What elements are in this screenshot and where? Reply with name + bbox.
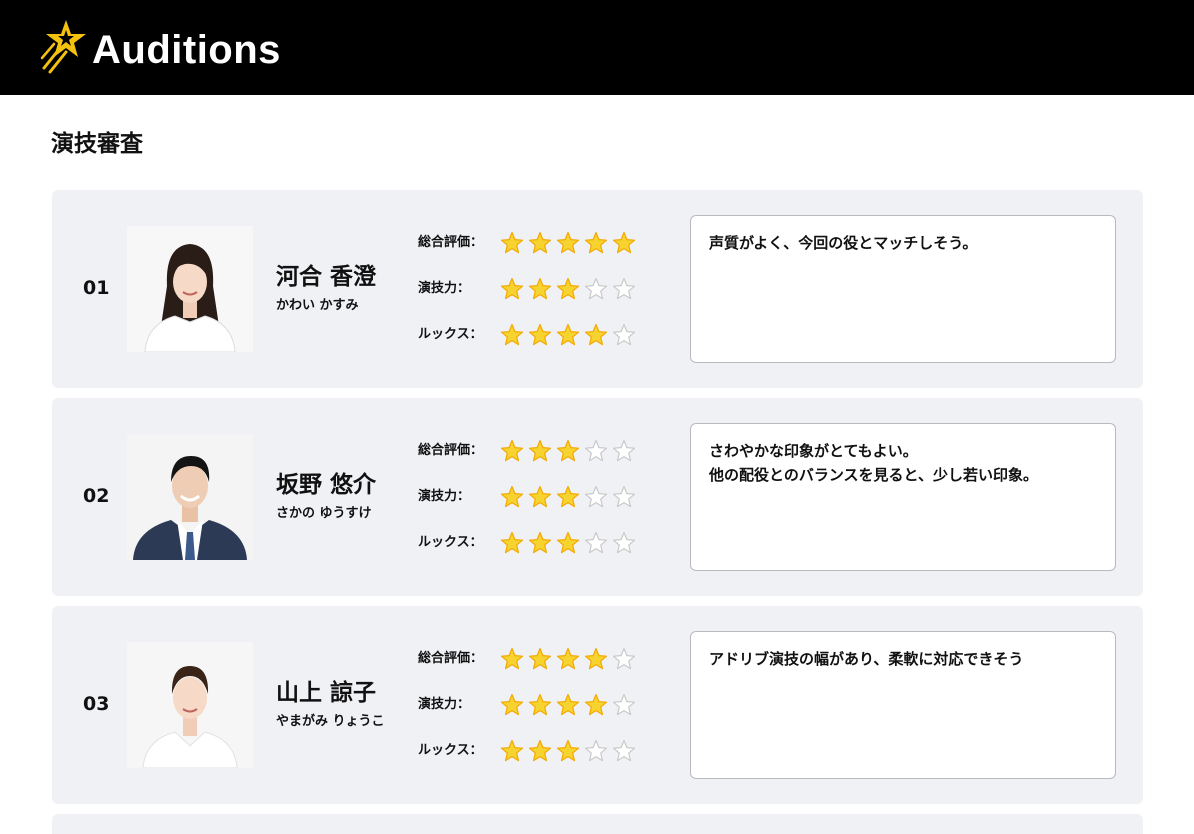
male-suit-avatar-icon bbox=[127, 434, 253, 560]
star-empty-icon[interactable] bbox=[612, 647, 636, 671]
looks-rating-label: ルックス： bbox=[418, 535, 483, 550]
female-long-hair-avatar-icon bbox=[127, 226, 253, 352]
star-empty-icon[interactable] bbox=[612, 439, 636, 463]
star-empty-icon[interactable] bbox=[612, 485, 636, 509]
candidate-name: 山上 諒子 bbox=[276, 680, 377, 706]
acting-rating-stars[interactable] bbox=[500, 277, 640, 301]
candidate-name: 坂野 悠介 bbox=[276, 472, 377, 498]
overall-rating-stars[interactable] bbox=[500, 439, 640, 463]
overall-rating-label: 総合評価： bbox=[418, 651, 484, 666]
star-filled-icon[interactable] bbox=[556, 485, 580, 509]
star-filled-icon[interactable] bbox=[528, 485, 552, 509]
star-filled-icon[interactable] bbox=[528, 323, 552, 347]
star-filled-icon[interactable] bbox=[556, 439, 580, 463]
star-empty-icon[interactable] bbox=[612, 739, 636, 763]
comment-box[interactable]: 声質がよく、今回の役とマッチしそう。 bbox=[690, 215, 1116, 363]
candidate-photo bbox=[127, 642, 253, 768]
comment-box[interactable]: アドリブ演技の幅があり、柔軟に対応できそう bbox=[690, 631, 1116, 779]
candidate-card: 02 坂野 悠介 さかの ゆうすけ 総合評価： 演技力： ルックス： さわやかな… bbox=[52, 398, 1143, 596]
acting-rating-label: 演技力： bbox=[418, 489, 471, 504]
candidate-card: 01 河合 香澄 かわい かすみ 総合評価： 演技力： ルックス： 声質がよく、… bbox=[52, 190, 1143, 388]
star-empty-icon[interactable] bbox=[584, 739, 608, 763]
candidate-name: 河合 香澄 bbox=[276, 264, 377, 290]
looks-rating-label: ルックス： bbox=[418, 327, 483, 342]
page-title: 演技審査 bbox=[51, 131, 143, 157]
candidate-number: 03 bbox=[83, 693, 110, 715]
overall-rating-stars[interactable] bbox=[500, 647, 640, 671]
star-empty-icon[interactable] bbox=[584, 277, 608, 301]
star-filled-icon[interactable] bbox=[528, 647, 552, 671]
looks-rating-label: ルックス： bbox=[418, 743, 483, 758]
candidate-photo bbox=[127, 434, 253, 560]
star-empty-icon[interactable] bbox=[612, 277, 636, 301]
acting-rating-label: 演技力： bbox=[418, 281, 471, 296]
app-header: Auditions bbox=[0, 0, 1194, 95]
star-filled-icon[interactable] bbox=[556, 323, 580, 347]
star-filled-icon[interactable] bbox=[528, 231, 552, 255]
star-filled-icon[interactable] bbox=[556, 277, 580, 301]
star-empty-icon[interactable] bbox=[584, 485, 608, 509]
star-filled-icon[interactable] bbox=[556, 531, 580, 555]
star-filled-icon[interactable] bbox=[500, 531, 524, 555]
star-filled-icon[interactable] bbox=[556, 693, 580, 717]
star-filled-icon[interactable] bbox=[500, 323, 524, 347]
star-empty-icon[interactable] bbox=[612, 323, 636, 347]
candidate-kana: さかの ゆうすけ bbox=[276, 506, 372, 521]
app-title: Auditions bbox=[92, 28, 281, 72]
star-empty-icon[interactable] bbox=[612, 693, 636, 717]
star-filled-icon[interactable] bbox=[500, 693, 524, 717]
star-filled-icon[interactable] bbox=[584, 647, 608, 671]
overall-rating-label: 総合評価： bbox=[418, 235, 484, 250]
star-filled-icon[interactable] bbox=[556, 739, 580, 763]
star-filled-icon[interactable] bbox=[500, 277, 524, 301]
star-filled-icon[interactable] bbox=[500, 485, 524, 509]
star-filled-icon[interactable] bbox=[584, 693, 608, 717]
star-filled-icon[interactable] bbox=[584, 323, 608, 347]
overall-rating-stars[interactable] bbox=[500, 231, 640, 255]
star-filled-icon[interactable] bbox=[528, 739, 552, 763]
star-empty-icon[interactable] bbox=[584, 531, 608, 555]
candidate-kana: かわい かすみ bbox=[276, 298, 359, 313]
star-empty-icon[interactable] bbox=[584, 439, 608, 463]
acting-rating-stars[interactable] bbox=[500, 485, 640, 509]
acting-rating-label: 演技力： bbox=[418, 697, 471, 712]
star-filled-icon[interactable] bbox=[528, 277, 552, 301]
candidate-number: 02 bbox=[83, 485, 110, 507]
overall-rating-label: 総合評価： bbox=[418, 443, 484, 458]
candidate-kana: やまがみ りょうこ bbox=[276, 714, 385, 729]
star-empty-icon[interactable] bbox=[612, 531, 636, 555]
looks-rating-stars[interactable] bbox=[500, 531, 640, 555]
star-filled-icon[interactable] bbox=[528, 439, 552, 463]
looks-rating-stars[interactable] bbox=[500, 739, 640, 763]
star-filled-icon[interactable] bbox=[500, 439, 524, 463]
star-filled-icon[interactable] bbox=[584, 231, 608, 255]
candidate-card: 03 山上 諒子 やまがみ りょうこ 総合評価： 演技力： ルックス： アドリブ… bbox=[52, 606, 1143, 804]
star-filled-icon[interactable] bbox=[556, 231, 580, 255]
star-filled-icon[interactable] bbox=[500, 231, 524, 255]
candidate-photo bbox=[127, 226, 253, 352]
star-pencil-logo-icon bbox=[40, 20, 86, 74]
comment-box[interactable]: さわやかな印象がとてもよい。 他の配役とのバランスを見ると、少し若い印象。 bbox=[690, 423, 1116, 571]
acting-rating-stars[interactable] bbox=[500, 693, 640, 717]
star-filled-icon[interactable] bbox=[500, 647, 524, 671]
star-filled-icon[interactable] bbox=[528, 693, 552, 717]
star-filled-icon[interactable] bbox=[528, 531, 552, 555]
star-filled-icon[interactable] bbox=[612, 231, 636, 255]
candidate-card bbox=[52, 814, 1143, 834]
candidate-number: 01 bbox=[83, 277, 110, 299]
looks-rating-stars[interactable] bbox=[500, 323, 640, 347]
female-bun-hair-avatar-icon bbox=[127, 642, 253, 768]
star-filled-icon[interactable] bbox=[500, 739, 524, 763]
star-filled-icon[interactable] bbox=[556, 647, 580, 671]
